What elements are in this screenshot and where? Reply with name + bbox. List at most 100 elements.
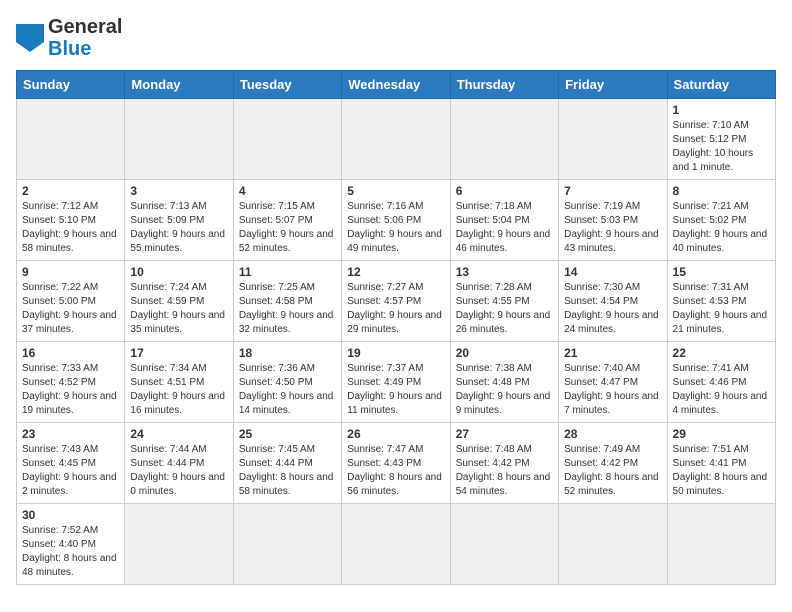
day-info: Sunrise: 7:16 AM Sunset: 5:06 PM Dayligh… <box>347 200 444 256</box>
day-number: 30 <box>22 508 119 522</box>
day-info: Sunrise: 7:38 AM Sunset: 4:48 PM Dayligh… <box>456 362 553 418</box>
day-number: 15 <box>673 265 770 279</box>
calendar-day-cell: 7 Sunrise: 7:19 AM Sunset: 5:03 PM Daylig… <box>559 180 667 261</box>
calendar-day-cell <box>559 504 667 585</box>
day-number: 29 <box>673 427 770 441</box>
day-number: 3 <box>130 184 227 198</box>
day-number: 5 <box>347 184 444 198</box>
calendar-week-row: 30 Sunrise: 7:52 AM Sunset: 4:40 PM Dayli… <box>17 504 776 585</box>
calendar-day-cell: 21Sunrise: 7:40 AM Sunset: 4:47 PM Dayli… <box>559 342 667 423</box>
calendar-day-cell: 17Sunrise: 7:34 AM Sunset: 4:51 PM Dayli… <box>125 342 233 423</box>
day-info: Sunrise: 7:21 AM Sunset: 5:02 PM Dayligh… <box>673 200 770 256</box>
calendar-day-cell <box>233 99 341 180</box>
calendar-day-cell <box>450 99 558 180</box>
day-number: 18 <box>239 346 336 360</box>
day-info: Sunrise: 7:12 AM Sunset: 5:10 PM Dayligh… <box>22 200 119 256</box>
day-of-week-header: Friday <box>559 71 667 99</box>
calendar-day-cell: 16Sunrise: 7:33 AM Sunset: 4:52 PM Dayli… <box>17 342 125 423</box>
calendar-day-cell: 18 Sunrise: 7:36 AM Sunset: 4:50 PM Dayli… <box>233 342 341 423</box>
day-number: 4 <box>239 184 336 198</box>
day-number: 2 <box>22 184 119 198</box>
calendar-day-cell: 20 Sunrise: 7:38 AM Sunset: 4:48 PM Dayli… <box>450 342 558 423</box>
day-info: Sunrise: 7:27 AM Sunset: 4:57 PM Dayligh… <box>347 281 444 337</box>
calendar-day-cell: 12 Sunrise: 7:27 AM Sunset: 4:57 PM Dayli… <box>342 261 450 342</box>
day-number: 12 <box>347 265 444 279</box>
calendar-day-cell: 10Sunrise: 7:24 AM Sunset: 4:59 PM Dayli… <box>125 261 233 342</box>
day-of-week-header: Saturday <box>667 71 775 99</box>
calendar-day-cell <box>125 99 233 180</box>
day-info: Sunrise: 7:41 AM Sunset: 4:46 PM Dayligh… <box>673 362 770 418</box>
day-info: Sunrise: 7:25 AM Sunset: 4:58 PM Dayligh… <box>239 281 336 337</box>
day-number: 27 <box>456 427 553 441</box>
calendar-day-cell <box>233 504 341 585</box>
calendar-day-cell: 5 Sunrise: 7:16 AM Sunset: 5:06 PM Daylig… <box>342 180 450 261</box>
calendar-day-cell: 19 Sunrise: 7:37 AM Sunset: 4:49 PM Dayli… <box>342 342 450 423</box>
day-number: 20 <box>456 346 553 360</box>
calendar-day-cell: 23 Sunrise: 7:43 AM Sunset: 4:45 PM Dayli… <box>17 423 125 504</box>
day-info: Sunrise: 7:34 AM Sunset: 4:51 PM Dayligh… <box>130 362 227 418</box>
day-info: Sunrise: 7:43 AM Sunset: 4:45 PM Dayligh… <box>22 443 119 499</box>
calendar-week-row: 16Sunrise: 7:33 AM Sunset: 4:52 PM Dayli… <box>17 342 776 423</box>
day-number: 7 <box>564 184 661 198</box>
calendar-day-cell <box>450 504 558 585</box>
calendar-day-cell: 6Sunrise: 7:18 AM Sunset: 5:04 PM Daylig… <box>450 180 558 261</box>
day-info: Sunrise: 7:40 AM Sunset: 4:47 PM Dayligh… <box>564 362 661 418</box>
logo-blue-text: Blue <box>48 38 122 60</box>
day-info: Sunrise: 7:36 AM Sunset: 4:50 PM Dayligh… <box>239 362 336 418</box>
calendar-day-cell <box>342 504 450 585</box>
day-info: Sunrise: 7:52 AM Sunset: 4:40 PM Dayligh… <box>22 524 119 580</box>
day-of-week-header: Sunday <box>17 71 125 99</box>
day-info: Sunrise: 7:10 AM Sunset: 5:12 PM Dayligh… <box>673 119 770 175</box>
calendar-week-row: 9 Sunrise: 7:22 AM Sunset: 5:00 PM Daylig… <box>17 261 776 342</box>
calendar-day-cell <box>125 504 233 585</box>
calendar-day-cell: 11 Sunrise: 7:25 AM Sunset: 4:58 PM Dayli… <box>233 261 341 342</box>
calendar-day-cell: 1 Sunrise: 7:10 AM Sunset: 5:12 PM Daylig… <box>667 99 775 180</box>
day-info: Sunrise: 7:24 AM Sunset: 4:59 PM Dayligh… <box>130 281 227 337</box>
day-of-week-header: Thursday <box>450 71 558 99</box>
calendar-day-cell: 27 Sunrise: 7:48 AM Sunset: 4:42 PM Dayli… <box>450 423 558 504</box>
day-info: Sunrise: 7:49 AM Sunset: 4:42 PM Dayligh… <box>564 443 661 499</box>
day-number: 16 <box>22 346 119 360</box>
calendar-week-row: 2 Sunrise: 7:12 AM Sunset: 5:10 PM Daylig… <box>17 180 776 261</box>
calendar-day-cell: 15 Sunrise: 7:31 AM Sunset: 4:53 PM Dayli… <box>667 261 775 342</box>
day-number: 11 <box>239 265 336 279</box>
calendar-day-cell <box>342 99 450 180</box>
day-info: Sunrise: 7:15 AM Sunset: 5:07 PM Dayligh… <box>239 200 336 256</box>
day-number: 8 <box>673 184 770 198</box>
logo-general-text: General <box>48 16 122 38</box>
day-number: 24 <box>130 427 227 441</box>
calendar-day-cell: 26 Sunrise: 7:47 AM Sunset: 4:43 PM Dayli… <box>342 423 450 504</box>
day-info: Sunrise: 7:48 AM Sunset: 4:42 PM Dayligh… <box>456 443 553 499</box>
day-info: Sunrise: 7:13 AM Sunset: 5:09 PM Dayligh… <box>130 200 227 256</box>
calendar-day-cell: 3 Sunrise: 7:13 AM Sunset: 5:09 PM Daylig… <box>125 180 233 261</box>
day-number: 23 <box>22 427 119 441</box>
day-info: Sunrise: 7:22 AM Sunset: 5:00 PM Dayligh… <box>22 281 119 337</box>
calendar-day-cell: 30 Sunrise: 7:52 AM Sunset: 4:40 PM Dayli… <box>17 504 125 585</box>
day-number: 14 <box>564 265 661 279</box>
page-header: General Blue <box>16 16 776 60</box>
calendar-day-cell: 8 Sunrise: 7:21 AM Sunset: 5:02 PM Daylig… <box>667 180 775 261</box>
day-number: 19 <box>347 346 444 360</box>
calendar-day-cell: 14 Sunrise: 7:30 AM Sunset: 4:54 PM Dayli… <box>559 261 667 342</box>
day-of-week-header: Wednesday <box>342 71 450 99</box>
day-info: Sunrise: 7:37 AM Sunset: 4:49 PM Dayligh… <box>347 362 444 418</box>
calendar-week-row: 23 Sunrise: 7:43 AM Sunset: 4:45 PM Dayli… <box>17 423 776 504</box>
day-number: 25 <box>239 427 336 441</box>
day-number: 26 <box>347 427 444 441</box>
day-info: Sunrise: 7:31 AM Sunset: 4:53 PM Dayligh… <box>673 281 770 337</box>
day-info: Sunrise: 7:47 AM Sunset: 4:43 PM Dayligh… <box>347 443 444 499</box>
calendar-day-cell: 4 Sunrise: 7:15 AM Sunset: 5:07 PM Daylig… <box>233 180 341 261</box>
day-info: Sunrise: 7:19 AM Sunset: 5:03 PM Dayligh… <box>564 200 661 256</box>
day-number: 1 <box>673 103 770 117</box>
day-number: 9 <box>22 265 119 279</box>
calendar-table: SundayMondayTuesdayWednesdayThursdayFrid… <box>16 70 776 585</box>
calendar-header-row: SundayMondayTuesdayWednesdayThursdayFrid… <box>17 71 776 99</box>
logo: General Blue <box>16 16 122 60</box>
day-info: Sunrise: 7:45 AM Sunset: 4:44 PM Dayligh… <box>239 443 336 499</box>
day-info: Sunrise: 7:28 AM Sunset: 4:55 PM Dayligh… <box>456 281 553 337</box>
calendar-day-cell: 25 Sunrise: 7:45 AM Sunset: 4:44 PM Dayli… <box>233 423 341 504</box>
day-info: Sunrise: 7:30 AM Sunset: 4:54 PM Dayligh… <box>564 281 661 337</box>
calendar-day-cell: 13Sunrise: 7:28 AM Sunset: 4:55 PM Dayli… <box>450 261 558 342</box>
calendar-day-cell: 9 Sunrise: 7:22 AM Sunset: 5:00 PM Daylig… <box>17 261 125 342</box>
calendar-day-cell: 24Sunrise: 7:44 AM Sunset: 4:44 PM Dayli… <box>125 423 233 504</box>
